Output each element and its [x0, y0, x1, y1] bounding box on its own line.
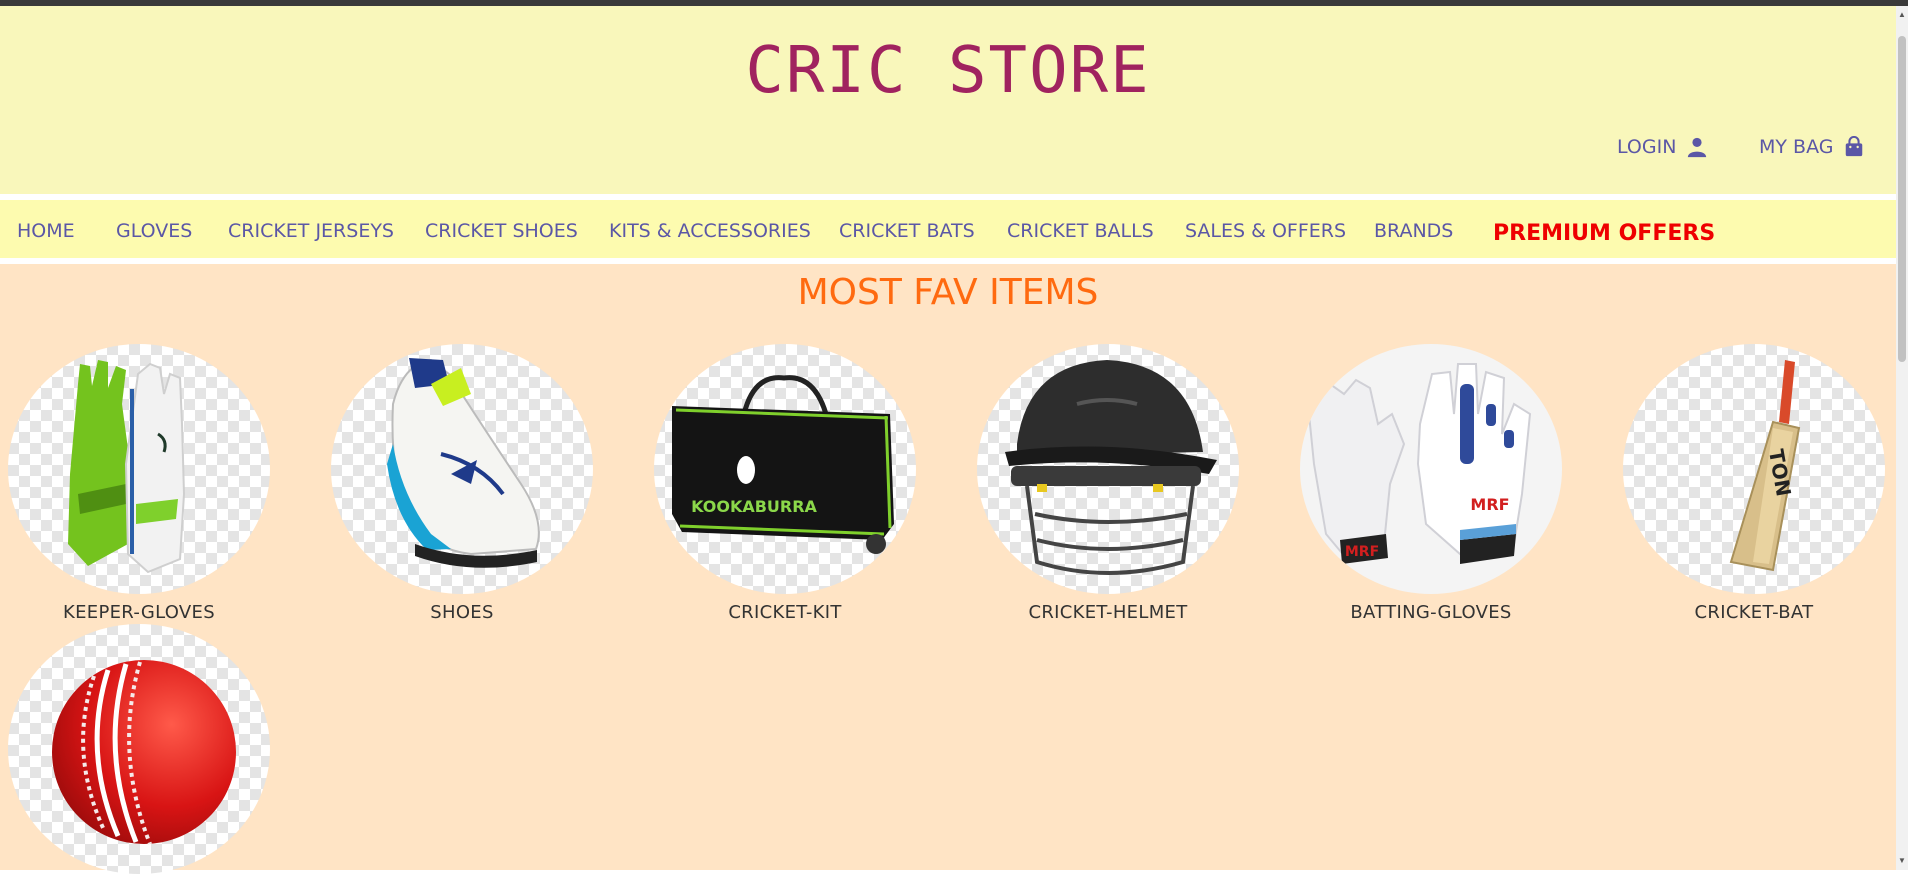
- nav-item-cricket-bats[interactable]: CRICKET BATS: [839, 220, 975, 242]
- svg-text:MRF: MRF: [1345, 544, 1379, 560]
- kit-bag-image[interactable]: KOOKABURRA: [654, 344, 916, 594]
- scroll-down-icon[interactable]: ▼: [1896, 854, 1908, 868]
- my-bag-label: MY BAG: [1759, 136, 1834, 158]
- helmet-image[interactable]: [977, 344, 1239, 594]
- fav-item-batting-gloves[interactable]: MRF MRF BATTING-GLOVES: [1298, 344, 1564, 623]
- section-title: MOST FAV ITEMS: [797, 272, 1099, 313]
- nav-item-brands[interactable]: BRANDS: [1374, 220, 1453, 242]
- site-header: CRIC STORE LOGIN MY BAG: [0, 6, 1896, 194]
- kit-brand-text: KOOKABURRA: [691, 497, 817, 516]
- item-label: CRICKET-HELMET: [1028, 602, 1188, 623]
- bat-image[interactable]: TON: [1623, 344, 1885, 594]
- nav-item-cricket-jerseys[interactable]: CRICKET JERSEYS: [228, 220, 394, 242]
- login-link[interactable]: LOGIN: [1617, 136, 1708, 158]
- user-icon: [1688, 137, 1707, 158]
- most-fav-section: MOST FAV ITEMS KEEPER-GLOVES SHOES KOOKA…: [0, 264, 1896, 874]
- nav-item-home[interactable]: HOME: [17, 220, 75, 242]
- page-scrollbar[interactable]: ▲ ▼: [1896, 6, 1908, 870]
- fav-item-shoes[interactable]: SHOES: [329, 344, 595, 623]
- nav-item-gloves[interactable]: GLOVES: [116, 220, 192, 242]
- item-label: SHOES: [430, 602, 494, 623]
- fav-item-cricket-helmet[interactable]: CRICKET-HELMET: [975, 344, 1241, 623]
- nav-item-cricket-shoes[interactable]: CRICKET SHOES: [425, 220, 578, 242]
- nav-item-cricket-balls[interactable]: CRICKET BALLS: [1007, 220, 1154, 242]
- shoe-image[interactable]: [331, 344, 593, 594]
- fav-item-cricket-kit[interactable]: KOOKABURRA CRICKET-KIT: [652, 344, 918, 623]
- item-label: CRICKET-KIT: [728, 602, 842, 623]
- fav-item-cricket-bat[interactable]: TON CRICKET-BAT: [1621, 344, 1887, 623]
- nav-item-kits-accessories[interactable]: KITS & ACCESSORIES: [609, 220, 811, 242]
- main-nav: HOME GLOVES CRICKET JERSEYS CRICKET SHOE…: [0, 200, 1896, 258]
- gloves-brand-text: MRF: [1470, 495, 1509, 514]
- nav-item-sales-offers[interactable]: SALES & OFFERS: [1185, 220, 1346, 242]
- nav-item-premium-offers[interactable]: PREMIUM OFFERS: [1493, 221, 1715, 246]
- item-label: KEEPER-GLOVES: [63, 602, 215, 623]
- page: CRIC STORE LOGIN MY BAG HOME GLOVES CRIC…: [0, 6, 1896, 874]
- shopping-bag-icon: [1846, 136, 1863, 157]
- login-label: LOGIN: [1617, 136, 1677, 158]
- batting-gloves-image[interactable]: MRF MRF: [1300, 344, 1562, 594]
- site-title: CRIC STORE: [745, 34, 1151, 108]
- ball-image[interactable]: [8, 624, 270, 874]
- scrollbar-thumb[interactable]: [1898, 36, 1906, 362]
- keeper-gloves-image[interactable]: [8, 344, 270, 594]
- fav-item-keeper-gloves[interactable]: KEEPER-GLOVES: [6, 344, 272, 623]
- fav-item-cricket-ball[interactable]: [6, 624, 272, 874]
- scroll-up-icon[interactable]: ▲: [1896, 8, 1908, 22]
- item-label: CRICKET-BAT: [1694, 602, 1814, 623]
- my-bag-link[interactable]: MY BAG: [1759, 136, 1865, 158]
- item-label: BATTING-GLOVES: [1350, 602, 1512, 623]
